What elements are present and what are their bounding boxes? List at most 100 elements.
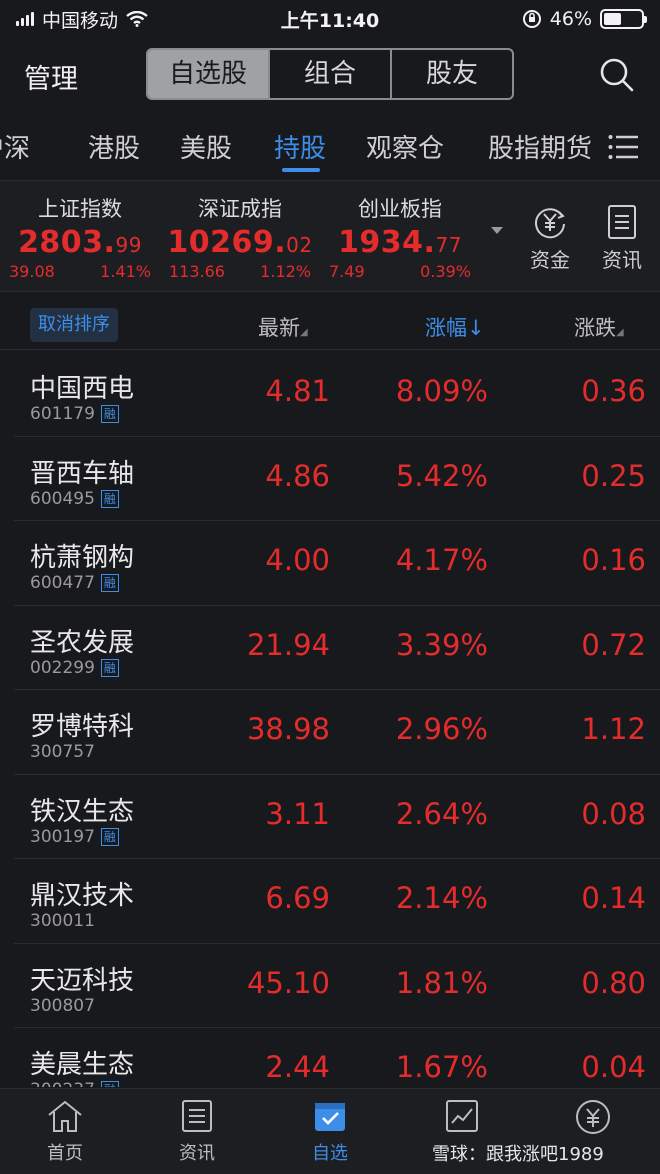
stock-row[interactable]: 铁汉生态 300197 融 3.11 2.64% 0.08 xyxy=(14,775,660,859)
funds-button[interactable]: 资金 xyxy=(520,204,580,273)
stock-price: 4.00 xyxy=(265,543,330,577)
stock-name: 杭萧钢构 xyxy=(30,543,135,573)
margin-badge: 融 xyxy=(100,1081,119,1087)
stock-code: 300807 xyxy=(30,995,95,1016)
news-button[interactable]: 资讯 xyxy=(592,204,652,273)
tab-hk-stocks[interactable]: 港股 xyxy=(88,128,140,165)
column-change-pct[interactable]: 涨幅↓ xyxy=(425,312,485,342)
stock-price: 45.10 xyxy=(246,965,330,1000)
tab-shanghai-shenzhen[interactable]: 沪深 xyxy=(0,128,30,165)
market-tabs: 沪深 港股 美股 持股 观察仓 股指期货 xyxy=(0,118,660,178)
stock-change-pct: 5.42% xyxy=(395,458,488,493)
margin-badge: 融 xyxy=(100,405,119,423)
segment-friends[interactable]: 股友 xyxy=(390,50,512,98)
column-latest[interactable]: 最新◢ xyxy=(258,312,308,342)
stock-row[interactable]: 美晨生态300237融 2.44 1.67% 0.04 xyxy=(14,1028,660,1087)
status-bar: 中国移动 上午11:40 46% xyxy=(0,0,660,38)
tab-us-stocks[interactable]: 美股 xyxy=(180,128,232,165)
stock-code: 002299 融 xyxy=(30,658,119,678)
stock-row[interactable]: 鼎汉技术 300011 6.69 2.14% 0.14 xyxy=(14,859,660,944)
stock-price: 38.98 xyxy=(246,712,330,746)
nav-market[interactable] xyxy=(417,1099,507,1139)
top-header: 管理 自选股 组合 股友 xyxy=(0,44,660,104)
nav-watchlist[interactable]: 自选 xyxy=(285,1099,375,1165)
margin-badge: 融 xyxy=(100,574,119,592)
stock-name: 晋西车轴 xyxy=(30,458,135,489)
index-chinext[interactable]: 创业板指 1934.77 7.49 0.39% xyxy=(325,193,475,281)
stock-change: 0.80 xyxy=(581,965,646,1000)
margin-badge: 融 xyxy=(100,489,119,508)
stock-code: 300011 xyxy=(30,911,95,931)
nav-trade[interactable] xyxy=(548,1099,638,1141)
stock-change-pct: 2.64% xyxy=(395,796,488,831)
stock-change-pct: 4.17% xyxy=(395,543,488,577)
watermark-text: 雪球：跟我涨吧1989 xyxy=(432,1144,604,1165)
stock-change-pct: 2.14% xyxy=(395,881,488,915)
stock-name: 罗博特科 xyxy=(30,712,135,742)
tab-observation[interactable]: 观察仓 xyxy=(366,128,444,165)
stock-price: 4.81 xyxy=(265,374,330,408)
active-tab-indicator xyxy=(282,168,320,172)
stock-code: 300197 融 xyxy=(30,827,119,847)
stock-row[interactable]: 杭萧钢构 600477 融 4.00 4.17% 0.16 xyxy=(14,521,660,606)
stock-row[interactable]: 天迈科技 300807 45.10 1.81% 0.80 xyxy=(14,944,660,1028)
stock-change: 0.14 xyxy=(581,881,646,915)
index-shanghai[interactable]: 上证指数 2803.99 39.08 1.41% xyxy=(5,193,155,281)
segment-watchlist[interactable]: 自选股 xyxy=(148,50,268,98)
tab-index-futures[interactable]: 股指期货 xyxy=(488,128,592,165)
segment-control: 自选股 组合 股友 xyxy=(146,48,514,100)
stock-price: 2.44 xyxy=(265,1050,330,1084)
stock-code: 600495 融 xyxy=(30,489,119,509)
stock-row[interactable]: 罗博特科 300757 38.98 2.96% 1.12 xyxy=(14,690,660,775)
stock-change: 0.16 xyxy=(581,543,646,577)
stock-change: 1.12 xyxy=(581,712,646,746)
nav-home[interactable]: 首页 xyxy=(20,1099,110,1165)
stock-name: 圣农发展 xyxy=(30,627,135,658)
document-icon xyxy=(608,205,636,239)
stock-code: 300757 xyxy=(30,742,95,762)
stock-row[interactable]: 中国西电 601179 融 4.81 8.09% 0.36 xyxy=(14,352,660,437)
stock-change-pct: 2.96% xyxy=(395,712,488,746)
yen-exchange-icon xyxy=(535,208,565,239)
stock-code: 601179 融 xyxy=(30,404,119,424)
stock-change-pct: 1.67% xyxy=(395,1050,488,1084)
stock-name: 铁汉生态 xyxy=(30,796,135,827)
margin-badge: 融 xyxy=(100,827,119,846)
stock-row[interactable]: 圣农发展 002299 融 21.94 3.39% 0.72 xyxy=(14,606,660,690)
column-header: 取消排序 最新◢ 涨幅↓ 涨跌◢ xyxy=(0,300,660,350)
stock-change-pct: 8.09% xyxy=(395,374,488,408)
stock-change: 0.08 xyxy=(581,796,646,831)
nav-news[interactable]: 资讯 xyxy=(152,1099,242,1165)
clock: 上午11:40 xyxy=(280,9,380,32)
margin-badge: 融 xyxy=(100,658,119,677)
column-change[interactable]: 涨跌◢ xyxy=(574,312,660,342)
stock-change: 0.72 xyxy=(581,627,646,662)
stock-change: 0.04 xyxy=(581,1050,646,1084)
carrier-name: 中国移动 xyxy=(42,9,119,32)
trade-icon xyxy=(576,1100,610,1134)
news-icon xyxy=(182,1100,212,1132)
wifi-icon xyxy=(126,11,148,27)
stock-name: 鼎汉技术 xyxy=(30,881,135,911)
cancel-sort-button[interactable]: 取消排序 xyxy=(30,308,118,342)
watchlist-icon xyxy=(315,1103,345,1131)
stock-name: 美晨生态 xyxy=(30,1050,135,1080)
home-icon xyxy=(48,1100,82,1132)
stock-price: 3.11 xyxy=(265,796,330,831)
signal-icon xyxy=(16,12,34,26)
search-icon[interactable] xyxy=(598,56,634,92)
segment-portfolio[interactable]: 组合 xyxy=(268,50,390,98)
index-shenzhen[interactable]: 深证成指 10269.02 113.66 1.12% xyxy=(165,193,315,281)
battery-icon xyxy=(600,9,647,29)
manage-button[interactable]: 管理 xyxy=(24,57,78,96)
expand-indices-icon[interactable] xyxy=(490,226,504,236)
rotation-lock-icon xyxy=(522,10,541,28)
stock-row[interactable]: 晋西车轴 600495 融 4.86 5.42% 0.25 xyxy=(14,437,660,521)
stock-change-pct: 1.81% xyxy=(395,965,488,1000)
menu-icon[interactable] xyxy=(608,134,638,160)
stock-price: 21.94 xyxy=(246,627,330,662)
stock-list: 中国西电 601179 融 4.81 8.09% 0.36 晋西车轴 600495 融 4.86 5… xyxy=(0,352,660,1087)
stock-change: 0.36 xyxy=(581,374,646,408)
stock-change-pct: 3.39% xyxy=(395,627,488,662)
tab-holdings[interactable]: 持股 xyxy=(274,128,326,165)
